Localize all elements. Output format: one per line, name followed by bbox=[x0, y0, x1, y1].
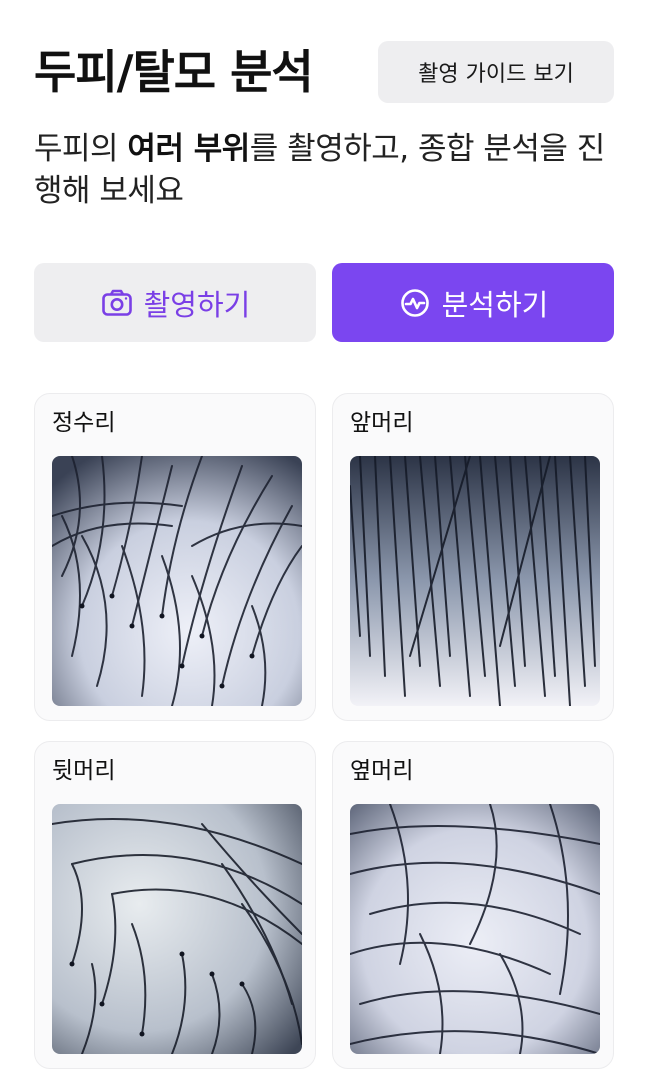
scalp-analysis-page: 두피/탈모 분석 촬영 가이드 보기 두피의 여러 부위를 촬영하고, 종합 분… bbox=[0, 0, 646, 1070]
region-card-back[interactable]: 뒷머리 bbox=[34, 741, 316, 1069]
description-highlight: 여러 부위 bbox=[127, 131, 250, 167]
region-card-side[interactable]: 옆머리 bbox=[332, 741, 614, 1069]
analyze-button-label: 분석하기 bbox=[441, 287, 549, 322]
scalp-front-photo bbox=[350, 456, 600, 706]
description-text: 두피의 bbox=[34, 131, 128, 167]
page-description: 두피의 여러 부위를 촬영하고, 종합 분석을 진행해 보세요 bbox=[34, 128, 618, 212]
scalp-crown-photo bbox=[52, 456, 302, 706]
region-label: 옆머리 bbox=[350, 758, 414, 784]
region-card-front[interactable]: 앞머리 bbox=[332, 393, 614, 721]
shooting-guide-button[interactable]: 촬영 가이드 보기 bbox=[378, 41, 614, 103]
analyze-button[interactable]: 분석하기 bbox=[332, 263, 614, 342]
region-label: 앞머리 bbox=[350, 410, 414, 436]
scalp-back-photo bbox=[52, 804, 302, 1054]
region-label: 정수리 bbox=[52, 410, 116, 436]
capture-button[interactable]: 촬영하기 bbox=[34, 263, 316, 342]
camera-icon bbox=[100, 286, 134, 320]
action-buttons: 촬영하기 분석하기 bbox=[34, 263, 614, 342]
capture-button-label: 촬영하기 bbox=[143, 287, 251, 322]
region-card-crown[interactable]: 정수리 bbox=[34, 393, 316, 721]
pulse-icon bbox=[398, 286, 432, 320]
header: 두피/탈모 분석 촬영 가이드 보기 bbox=[34, 40, 614, 104]
page-title: 두피/탈모 분석 bbox=[34, 45, 314, 99]
region-label: 뒷머리 bbox=[52, 758, 116, 784]
scalp-side-photo bbox=[350, 804, 600, 1054]
